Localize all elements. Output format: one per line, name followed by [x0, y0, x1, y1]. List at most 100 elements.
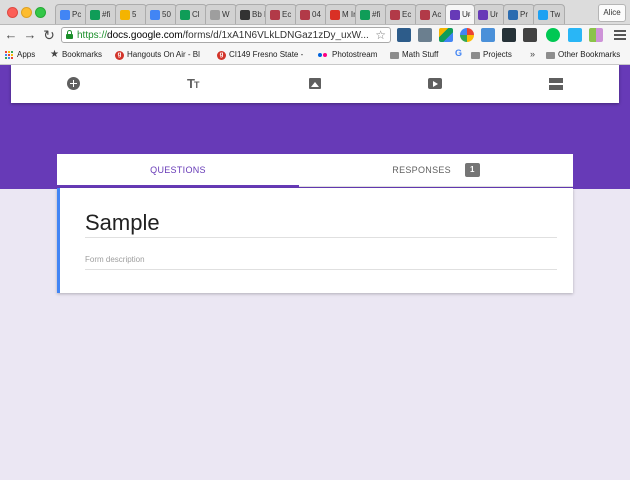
- zoom-window-button[interactable]: [35, 7, 46, 18]
- form-description-input[interactable]: Form description: [85, 255, 145, 264]
- tab-responses[interactable]: RESPONSES 1: [299, 154, 573, 186]
- bookmarks-bar: Apps ★ Bookmarks g Hangouts On Air - Bl gC…: [0, 46, 630, 65]
- forward-arrow-icon[interactable]: →: [22, 27, 38, 43]
- browser-tab-label: Ur: [490, 10, 499, 19]
- extension-chart-icon[interactable]: [481, 28, 495, 42]
- url-domain: docs.google.com: [107, 30, 183, 41]
- extension-s-icon[interactable]: [397, 28, 411, 42]
- apps-icon: [5, 50, 14, 60]
- browser-tab-strip: Pc #fi 5 50 Cl W Bb Pr Ec 04 M In #fi Ec AcUr× Ur Pr Tw…: [0, 0, 630, 25]
- bookmark-math-stuff[interactable]: Math Stuff: [390, 49, 438, 61]
- forms-page: TT QUESTIONS RESPONSES 1 Sample Form desc…: [0, 65, 630, 480]
- bookmark-hangouts[interactable]: g Hangouts On Air - Bl: [115, 49, 200, 61]
- browser-tab[interactable]: 5: [115, 4, 147, 24]
- close-tab-icon[interactable]: ×: [466, 9, 471, 19]
- browser-tab[interactable]: 50: [145, 4, 177, 24]
- browser-tab[interactable]: Cl: [175, 4, 207, 24]
- lock-icon: [66, 30, 73, 39]
- browser-tab-label: 04: [312, 10, 321, 19]
- browser-tab-label: Tw: [550, 10, 561, 19]
- browser-tab[interactable]: Ac: [415, 4, 447, 24]
- form-title-card: Sample Form description: [57, 188, 573, 293]
- question-tools-toolbar: TT: [11, 65, 619, 103]
- bookmark-projects[interactable]: Projects: [471, 49, 512, 61]
- extension-blue-icon[interactable]: [568, 28, 582, 42]
- browser-tab[interactable]: Bb Pr: [235, 4, 267, 24]
- image-icon: [309, 78, 321, 89]
- add-title-button[interactable]: TT: [187, 76, 203, 92]
- browser-tab[interactable]: Pr: [503, 4, 535, 24]
- browser-tab[interactable]: Ur: [473, 4, 505, 24]
- form-tabs: QUESTIONS RESPONSES 1: [57, 154, 573, 187]
- browser-toolbar: ← → ↻ https://docs.google.com/forms/d/1x…: [0, 25, 630, 46]
- browser-tab-label: #fi: [372, 10, 381, 19]
- address-bar[interactable]: https://docs.google.com/forms/d/1xA1N6VL…: [61, 27, 391, 43]
- favicon-icon: [270, 9, 280, 20]
- browser-tab-label: Ec: [282, 10, 292, 19]
- card-accent-bar: [57, 188, 60, 293]
- browser-tab[interactable]: W: [205, 4, 237, 24]
- browser-tab[interactable]: Ur ×: [445, 4, 475, 24]
- add-image-button[interactable]: [307, 76, 323, 92]
- browser-tab-label: 50: [162, 10, 171, 19]
- google-plus-icon: g: [217, 50, 226, 60]
- bookmark-label: CI149 Fresno State -: [229, 50, 304, 59]
- extension-arrow-icon[interactable]: [523, 28, 537, 42]
- tab-responses-label: RESPONSES: [392, 165, 451, 175]
- extension-face-icon[interactable]: [502, 28, 516, 42]
- browser-tab[interactable]: #fi: [85, 4, 117, 24]
- browser-tab-label: Bb Pr: [252, 10, 266, 19]
- bookmark-star-icon[interactable]: ☆: [375, 28, 386, 42]
- bookmark-label: Bookmarks: [61, 50, 102, 59]
- favicon-icon: [478, 9, 488, 20]
- bookmark-label: Math Stuff: [402, 50, 439, 59]
- bookmarks-overflow-chevron[interactable]: »: [530, 49, 535, 59]
- browser-tab-label: #fi: [102, 10, 111, 19]
- google-plus-icon: g: [115, 50, 124, 60]
- video-icon: [428, 78, 442, 89]
- browser-tab[interactable]: Tw: [533, 4, 565, 24]
- add-video-button[interactable]: [427, 76, 443, 92]
- bookmark-other-bookmarks[interactable]: Other Bookmarks: [546, 49, 620, 61]
- browser-tab[interactable]: 04: [295, 4, 327, 24]
- browser-tab[interactable]: Pc: [55, 4, 87, 24]
- tab-questions[interactable]: QUESTIONS: [57, 154, 299, 187]
- close-window-button[interactable]: [7, 7, 18, 18]
- bookmark-label: Projects: [483, 50, 512, 59]
- text-title-icon: TT: [187, 76, 199, 91]
- section-icon: [549, 78, 563, 90]
- browser-tab[interactable]: M In: [325, 4, 357, 24]
- bookmark-bookmarks[interactable]: ★ Bookmarks: [50, 49, 102, 61]
- bookmark-photostream[interactable]: Photostream: [318, 49, 377, 61]
- back-arrow-icon[interactable]: ←: [3, 27, 19, 43]
- minimize-window-button[interactable]: [21, 7, 32, 18]
- browser-tab[interactable]: Ec: [265, 4, 297, 24]
- favicon-icon: [538, 9, 548, 20]
- chrome-menu-icon[interactable]: [614, 28, 626, 42]
- tab-list: Pc #fi 5 50 Cl W Bb Pr Ec 04 M In #fi Ec AcUr× Ur Pr Tw: [55, 4, 565, 24]
- add-section-button[interactable]: [548, 76, 564, 92]
- bookmark-google[interactable]: G: [455, 49, 467, 58]
- extension-calendar-icon[interactable]: [418, 28, 432, 42]
- favicon-icon: [150, 9, 160, 20]
- favicon-icon: [360, 9, 370, 20]
- form-title-input[interactable]: Sample: [85, 210, 160, 236]
- bookmark-apps[interactable]: Apps: [5, 49, 35, 61]
- profile-button[interactable]: Alice: [598, 4, 626, 22]
- extension-split-icon[interactable]: [589, 28, 603, 42]
- extension-grammarly-icon[interactable]: [546, 28, 560, 42]
- browser-tab[interactable]: Ec: [385, 4, 417, 24]
- add-question-button[interactable]: [66, 76, 82, 92]
- browser-tab-label: Cl: [192, 10, 200, 19]
- url-scheme: https://: [77, 30, 108, 41]
- responses-count-badge: 1: [464, 162, 480, 177]
- color-wheel-extension-icon[interactable]: [460, 28, 474, 42]
- favicon-icon: [508, 9, 518, 20]
- reload-icon[interactable]: ↻: [41, 27, 57, 43]
- google-drive-icon[interactable]: [439, 28, 453, 42]
- browser-tab-label: Pr: [520, 10, 528, 19]
- browser-tab[interactable]: #fi: [355, 4, 387, 24]
- bookmark-label: Other Bookmarks: [558, 50, 621, 59]
- bookmark-ci149[interactable]: g CI149 Fresno State -: [217, 49, 303, 61]
- browser-tab-label: Pc: [72, 10, 82, 19]
